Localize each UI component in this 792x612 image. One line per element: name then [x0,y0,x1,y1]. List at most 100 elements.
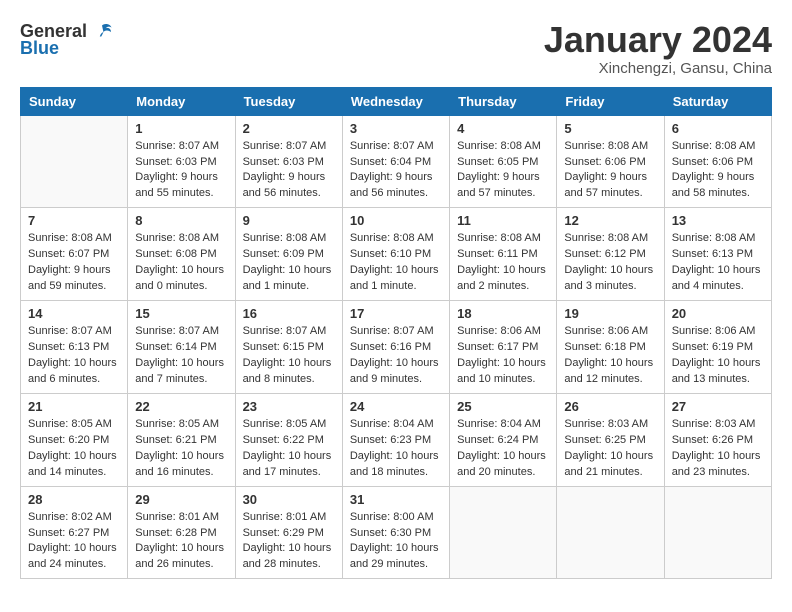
table-row: 23Sunrise: 8:05 AMSunset: 6:22 PMDayligh… [235,393,342,486]
day-info: Sunrise: 8:00 AMSunset: 6:30 PMDaylight:… [350,510,442,574]
day-info: Sunrise: 8:01 AMSunset: 6:29 PMDaylight:… [243,510,335,574]
calendar-table: Sunday Monday Tuesday Wednesday Thursday… [20,87,772,580]
day-info: Sunrise: 8:04 AMSunset: 6:24 PMDaylight:… [457,417,549,481]
daylight-text: Daylight: 10 hours and 3 minutes. [564,263,656,295]
daylight-text: Daylight: 9 hours and 57 minutes. [564,170,656,202]
table-row: 30 Sunrise: 8:01 AMSunset: 6:29 PMDayligh… [235,486,342,579]
sunset-text: Sunset: 6:22 PM [243,433,335,449]
table-row: 20 Sunrise: 8:06 AMSunset: 6:19 PMDayligh… [664,301,771,394]
sunset-text: Sunset: 6:20 PM [28,433,120,449]
sunset-text: Sunset: 6:24 PM [457,433,549,449]
sunset-text: Sunset: 6:17 PM [457,340,549,356]
sunrise-text: Sunrise: 8:07 AM [28,324,120,340]
daylight-text: Daylight: 10 hours and 21 minutes. [564,449,656,481]
sunrise-text: Sunrise: 8:08 AM [457,139,549,155]
sunrise-text: Sunrise: 8:02 AM [28,510,120,526]
day-number: 28 [28,492,120,507]
table-row: 22Sunrise: 8:05 AMSunset: 6:21 PMDayligh… [128,393,235,486]
table-row: 21Sunrise: 8:05 AMSunset: 6:20 PMDayligh… [21,393,128,486]
table-row: 2Sunrise: 8:07 AMSunset: 6:03 PMDaylight… [235,115,342,208]
title-block: January 2024 Xinchengzi, Gansu, China [544,20,772,77]
day-number: 8 [135,213,227,228]
table-row: 17Sunrise: 8:07 AMSunset: 6:16 PMDayligh… [342,301,449,394]
daylight-text: Daylight: 10 hours and 17 minutes. [243,449,335,481]
daylight-text: Daylight: 10 hours and 0 minutes. [135,263,227,295]
header-tuesday: Tuesday [235,87,342,115]
daylight-text: Daylight: 10 hours and 28 minutes. [243,541,335,573]
day-info: Sunrise: 8:08 AMSunset: 6:05 PMDaylight:… [457,139,549,203]
daylight-text: Daylight: 9 hours and 56 minutes. [350,170,442,202]
day-number: 5 [564,121,656,136]
sunrise-text: Sunrise: 8:08 AM [350,231,442,247]
sunrise-text: Sunrise: 8:05 AM [243,417,335,433]
calendar-week-row: 1Sunrise: 8:07 AMSunset: 6:03 PMDaylight… [21,115,772,208]
calendar-body: 1Sunrise: 8:07 AMSunset: 6:03 PMDaylight… [21,115,772,579]
day-number: 20 [672,306,764,321]
day-number: 4 [457,121,549,136]
calendar-week-row: 7Sunrise: 8:08 AMSunset: 6:07 PMDaylight… [21,208,772,301]
day-info: Sunrise: 8:07 AMSunset: 6:03 PMDaylight:… [135,139,227,203]
day-info: Sunrise: 8:07 AMSunset: 6:16 PMDaylight:… [350,324,442,388]
sunrise-text: Sunrise: 8:07 AM [350,139,442,155]
table-row [450,486,557,579]
sunset-text: Sunset: 6:13 PM [28,340,120,356]
day-info: Sunrise: 8:02 AMSunset: 6:27 PMDaylight:… [28,510,120,574]
sunset-text: Sunset: 6:03 PM [243,155,335,171]
logo-blue: Blue [20,38,59,59]
day-number: 18 [457,306,549,321]
sunset-text: Sunset: 6:05 PM [457,155,549,171]
sunrise-text: Sunrise: 8:08 AM [672,139,764,155]
sunrise-text: Sunrise: 8:08 AM [564,231,656,247]
sunrise-text: Sunrise: 8:08 AM [243,231,335,247]
sunrise-text: Sunrise: 8:08 AM [564,139,656,155]
table-row: 5 Sunrise: 8:08 AMSunset: 6:06 PMDaylight… [557,115,664,208]
table-row: 27Sunrise: 8:03 AMSunset: 6:26 PMDayligh… [664,393,771,486]
daylight-text: Daylight: 10 hours and 1 minute. [350,263,442,295]
sunset-text: Sunset: 6:11 PM [457,247,549,263]
day-info: Sunrise: 8:08 AMSunset: 6:06 PMDaylight:… [564,139,656,203]
table-row: 13Sunrise: 8:08 AMSunset: 6:13 PMDayligh… [664,208,771,301]
sunset-text: Sunset: 6:30 PM [350,526,442,542]
sunrise-text: Sunrise: 8:01 AM [135,510,227,526]
calendar-week-row: 21 Sunrise: 8:05 AM Sunset: 6:20 PM Dayligh… [21,393,772,486]
day-number: 13 [672,213,764,228]
table-row: 8Sunrise: 8:08 AMSunset: 6:08 PMDaylight… [128,208,235,301]
day-info: Sunrise: 8:07 AMSunset: 6:04 PMDaylight:… [350,139,442,203]
daylight-text: Daylight: 10 hours and 29 minutes. [350,541,442,573]
table-row: 12 Sunrise: 8:08 AMSunset: 6:12 PMDayligh… [557,208,664,301]
day-number: 1 [135,121,227,136]
day-info: Sunrise: 8:08 AMSunset: 6:06 PMDaylight:… [672,139,764,203]
day-info: Sunrise: 8:03 AMSunset: 6:25 PMDaylight:… [564,417,656,481]
day-info: Sunrise: 8:06 AMSunset: 6:19 PMDaylight:… [672,324,764,388]
sunrise-text: Sunrise: 8:08 AM [457,231,549,247]
sunset-text: Sunset: 6:03 PM [135,155,227,171]
header-saturday: Saturday [664,87,771,115]
sunrise-text: Sunrise: 8:05 AM [135,417,227,433]
calendar-week-row: 14Sunrise: 8:07 AMSunset: 6:13 PMDayligh… [21,301,772,394]
day-number: 6 [672,121,764,136]
table-row [21,115,128,208]
daylight-text: Daylight: 10 hours and 8 minutes. [243,356,335,388]
day-number: 12 [564,213,656,228]
day-number: 31 [350,492,442,507]
day-info: Sunrise: 8:08 AMSunset: 6:12 PMDaylight:… [564,231,656,295]
day-number: 10 [350,213,442,228]
sunrise-text: Sunrise: 8:07 AM [135,324,227,340]
sunset-text: Sunset: 6:06 PM [564,155,656,171]
sunset-text: Sunset: 6:25 PM [564,433,656,449]
sunset-text: Sunset: 6:10 PM [350,247,442,263]
day-info: Sunrise: 8:05 AMSunset: 6:21 PMDaylight:… [135,417,227,481]
day-number: 25 [457,399,549,414]
sunrise-text: Sunrise: 8:07 AM [135,139,227,155]
day-number: 21 [28,399,120,414]
sunset-text: Sunset: 6:13 PM [672,247,764,263]
calendar-week-row: 28 Sunrise: 8:02 AMSunset: 6:27 PMDayligh… [21,486,772,579]
daylight-text: Daylight: 10 hours and 4 minutes. [672,263,764,295]
day-number: 27 [672,399,764,414]
table-row [557,486,664,579]
day-number: 24 [350,399,442,414]
day-number: 30 [243,492,335,507]
table-row: 29Sunrise: 8:01 AMSunset: 6:28 PMDayligh… [128,486,235,579]
daylight-text: Daylight: 10 hours and 20 minutes. [457,449,549,481]
table-row: 3Sunrise: 8:07 AMSunset: 6:04 PMDaylight… [342,115,449,208]
